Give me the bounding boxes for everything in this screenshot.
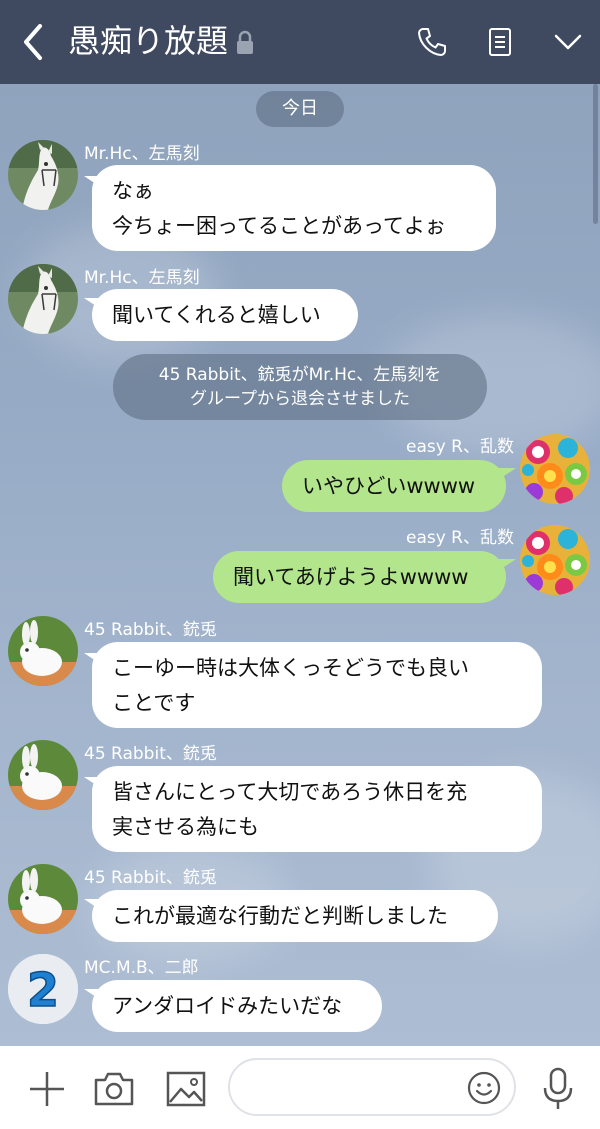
- sender-name: easy R、乱数: [405, 528, 514, 548]
- input-bar: [0, 1046, 600, 1129]
- white-rabbit-avatar: [8, 616, 78, 686]
- sender-name: 45 Rabbit、銃兎: [84, 868, 217, 888]
- white-horse-avatar: [8, 140, 78, 210]
- message-bubble[interactable]: 皆さんにとって大切であろう休日を充 実させる為にも: [92, 766, 542, 852]
- sender-name: 45 Rabbit、銃兎: [84, 620, 217, 640]
- message-bubble[interactable]: アンダロイドみたいだな: [92, 980, 382, 1032]
- notes-icon[interactable]: [482, 24, 518, 60]
- message-bubble[interactable]: これが最適な行動だと判断しました: [92, 890, 498, 942]
- system-message: 45 Rabbit、銃兎がMr.Hc、左馬刻を グループから退会させました: [113, 354, 487, 420]
- chat-title: 愚痴り放題: [68, 22, 229, 60]
- avatar[interactable]: [8, 864, 78, 934]
- message-bubble[interactable]: 聞いてくれると嬉しい: [92, 289, 358, 341]
- avatar[interactable]: [8, 616, 78, 686]
- chat-area[interactable]: 今日 Mr.Hc、左馬刻 なぁ 今ちょー困ってることがあってよぉ Mr.Hc、左…: [0, 84, 600, 1046]
- emoji-icon[interactable]: [466, 1070, 502, 1106]
- camera-icon[interactable]: [92, 1070, 136, 1108]
- avatar[interactable]: [8, 264, 78, 334]
- sender-name: MC.M.B、二郎: [84, 958, 199, 978]
- message-bubble[interactable]: なぁ 今ちょー困ってることがあってよぉ: [92, 165, 496, 251]
- plus-icon[interactable]: [26, 1068, 68, 1110]
- white-rabbit-avatar: [8, 864, 78, 934]
- chat-header: 愚痴り放題: [0, 0, 600, 84]
- sender-name: Mr.Hc、左馬刻: [84, 144, 200, 164]
- date-separator: 今日: [256, 91, 344, 127]
- avatar[interactable]: [520, 525, 590, 595]
- white-rabbit-avatar: [8, 740, 78, 810]
- lock-icon: [237, 30, 253, 54]
- sender-name: Mr.Hc、左馬刻: [84, 268, 200, 288]
- date-label: 今日: [282, 98, 318, 119]
- sender-name: 45 Rabbit、銃兎: [84, 744, 217, 764]
- message-input[interactable]: [228, 1058, 516, 1116]
- image-icon[interactable]: [164, 1070, 208, 1108]
- avatar[interactable]: [8, 740, 78, 810]
- chevron-down-icon[interactable]: [550, 24, 586, 60]
- candy-avatar: [520, 434, 590, 504]
- message-bubble[interactable]: 聞いてあげようよwwww: [213, 551, 506, 603]
- microphone-icon[interactable]: [540, 1066, 576, 1112]
- sender-name: easy R、乱数: [405, 437, 514, 457]
- svg-text:2: 2: [27, 963, 59, 1017]
- avatar[interactable]: [520, 434, 590, 504]
- message-bubble[interactable]: こーゆー時は大体くっそどうでも良い ことです: [92, 642, 542, 728]
- phone-icon[interactable]: [414, 24, 450, 60]
- avatar[interactable]: 2: [8, 954, 78, 1024]
- number-two-avatar: 2: [8, 954, 78, 1024]
- message-bubble[interactable]: いやひどいwwww: [282, 460, 506, 512]
- white-horse-avatar: [8, 264, 78, 334]
- scrollbar[interactable]: [593, 84, 598, 224]
- back-chevron-icon[interactable]: [18, 22, 48, 62]
- avatar[interactable]: [8, 140, 78, 210]
- candy-avatar: [520, 525, 590, 595]
